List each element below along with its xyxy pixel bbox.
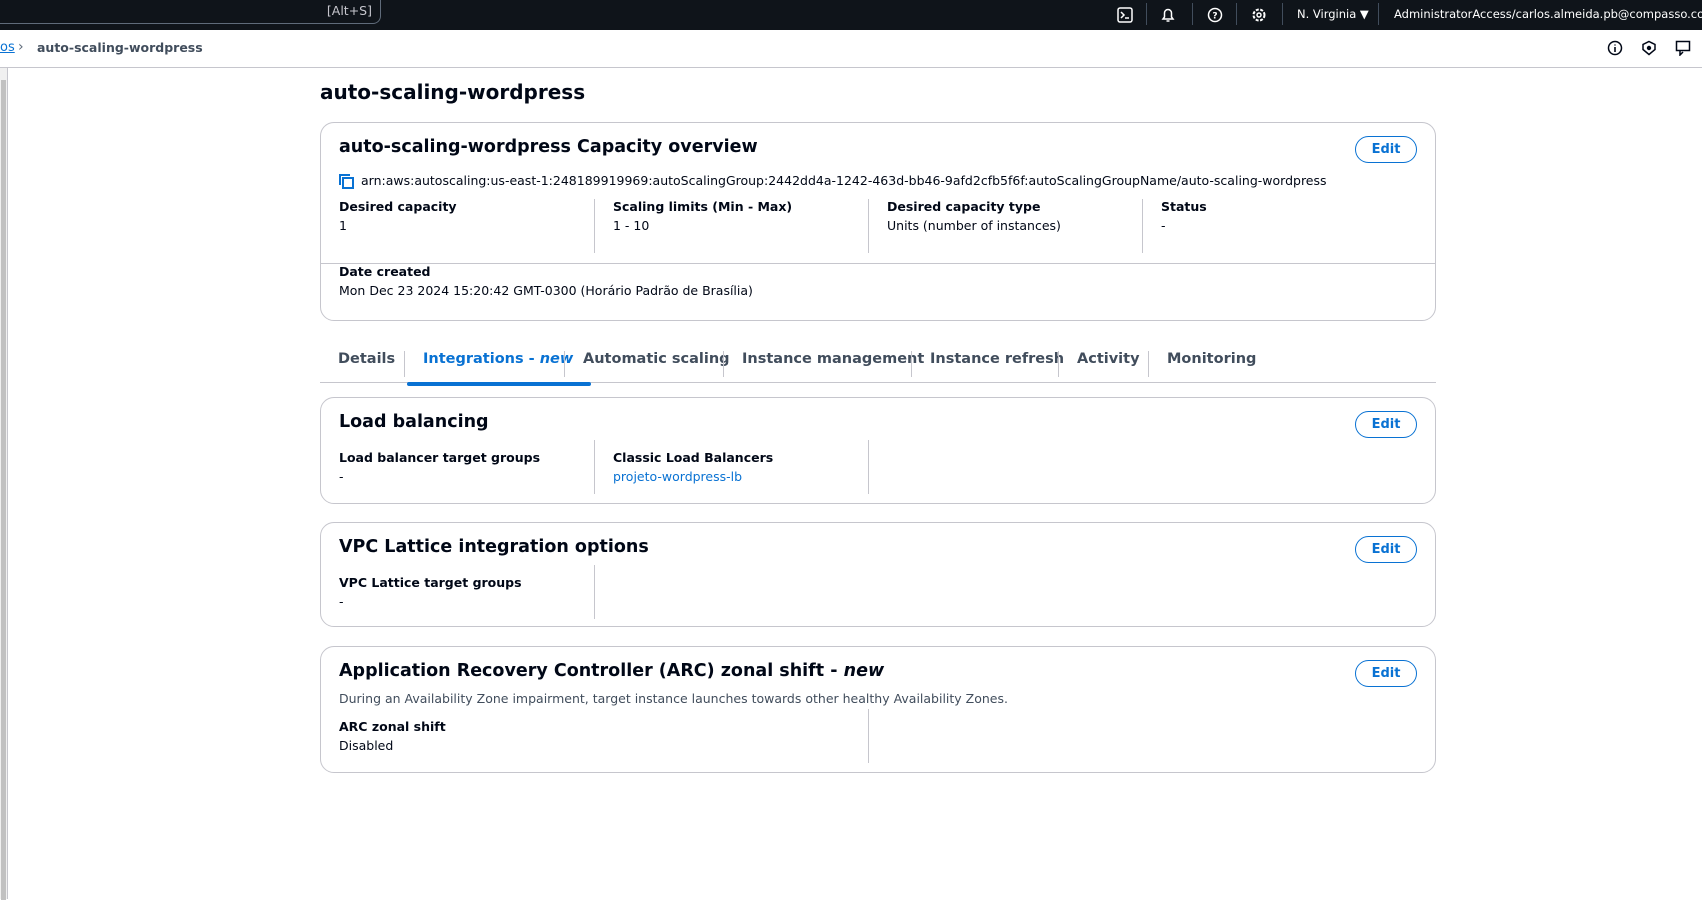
field-value: 1 (339, 218, 347, 233)
divider (1146, 3, 1147, 25)
tab-monitoring[interactable]: Monitoring (1148, 351, 1274, 377)
search-input[interactable]: [Alt+S] (0, 0, 381, 24)
field-value: - (339, 594, 344, 609)
edit-arc-button[interactable]: Edit (1355, 660, 1417, 687)
feedback-icon[interactable] (1674, 40, 1692, 58)
field-status: Status - (1143, 199, 1417, 253)
field-label: Classic Load Balancers (613, 450, 774, 465)
account-menu[interactable]: AdministratorAccess/carlos.almeida.pb@co… (1394, 7, 1702, 21)
tab-instance-refresh[interactable]: Instance refresh (911, 351, 1082, 377)
page-title: auto-scaling-wordpress (320, 80, 586, 104)
scrollbar[interactable] (0, 68, 8, 900)
field-label: Status (1161, 199, 1207, 214)
card-title: VPC Lattice integration options (339, 537, 649, 557)
capacity-overview-card: auto-scaling-wordpress Capacity overview… (320, 122, 1436, 321)
field-label: Load balancer target groups (339, 450, 541, 465)
edit-vpc-lattice-button[interactable]: Edit (1355, 536, 1417, 563)
svg-text:?: ? (1212, 12, 1217, 22)
card-title: Load balancing (339, 412, 489, 432)
bell-icon[interactable] (1157, 4, 1179, 26)
card-description: During an Availability Zone impairment, … (339, 691, 1008, 706)
tab-activity[interactable]: Activity (1058, 351, 1158, 377)
field-value: Units (number of instances) (887, 218, 1061, 233)
field-desired-capacity: Desired capacity 1 (321, 199, 595, 253)
load-balancing-card: Load balancing Edit Load balancer target… (320, 397, 1436, 504)
scrollbar-thumb[interactable] (1, 80, 6, 900)
field-scaling-limits: Scaling limits (Min - Max) 1 - 10 (595, 199, 869, 253)
tab-bar: Details Integrations - new Automatic sca… (320, 345, 1436, 386)
field-label: Date created (339, 264, 431, 279)
arn-row: arn:aws:autoscaling:us-east-1:2481899199… (339, 173, 1327, 189)
breadcrumb-current: auto-scaling-wordpress (37, 40, 203, 55)
security-icon[interactable] (1640, 40, 1658, 58)
card-title: auto-scaling-wordpress Capacity overview (339, 137, 758, 157)
tab-automatic-scaling[interactable]: Automatic scaling (564, 351, 748, 377)
breadcrumb: os › auto-scaling-wordpress (0, 30, 1702, 68)
chevron-right-icon: › (18, 39, 24, 55)
field-label: VPC Lattice target groups (339, 575, 522, 590)
field-label: Desired capacity type (887, 199, 1041, 214)
help-icon[interactable]: ? (1204, 4, 1226, 26)
edit-capacity-button[interactable]: Edit (1355, 136, 1417, 163)
tab-details[interactable]: Details (320, 351, 413, 377)
search-shortcut: [Alt+S] (326, 3, 372, 18)
edit-load-balancing-button[interactable]: Edit (1355, 411, 1417, 438)
field-classic-load-balancers: Classic Load Balancers projeto-wordpress-… (595, 440, 869, 494)
field-value: Mon Dec 23 2024 15:20:42 GMT-0300 (Horár… (339, 283, 753, 298)
arc-zonal-shift-card: Application Recovery Controller (ARC) zo… (320, 646, 1436, 773)
top-navigation: [Alt+S] ? N. Virginia ▼ AdministratorAcc… (0, 0, 1702, 30)
load-balancer-link[interactable]: projeto-wordpress-lb (613, 469, 868, 484)
field-arc-zonal-shift: ARC zonal shift Disabled (321, 709, 869, 763)
field-value: - (339, 469, 344, 484)
field-value: - (1161, 218, 1166, 233)
breadcrumb-parent-link[interactable]: os (0, 40, 15, 55)
region-selector[interactable]: N. Virginia ▼ (1297, 7, 1369, 21)
vpc-lattice-card: VPC Lattice integration options Edit VPC… (320, 522, 1436, 627)
field-label: Scaling limits (Min - Max) (613, 199, 793, 214)
cloudshell-icon[interactable] (1114, 4, 1136, 26)
info-icon[interactable] (1606, 40, 1624, 58)
divider (1236, 3, 1237, 25)
arn-text: arn:aws:autoscaling:us-east-1:2481899199… (361, 173, 1327, 188)
gear-icon[interactable] (1248, 4, 1270, 26)
divider (1378, 3, 1379, 25)
field-value: Disabled (339, 738, 394, 753)
field-target-groups: Load balancer target groups - (321, 440, 595, 494)
field-capacity-type: Desired capacity type Units (number of in… (869, 199, 1143, 253)
field-value: 1 - 10 (613, 218, 650, 233)
tab-instance-management[interactable]: Instance management (723, 351, 942, 377)
field-label: Desired capacity (339, 199, 457, 214)
divider (1192, 3, 1193, 25)
copy-icon[interactable] (339, 173, 354, 189)
card-title: Application Recovery Controller (ARC) zo… (339, 661, 885, 681)
divider (1282, 3, 1283, 25)
field-date-created: Date created Mon Dec 23 2024 15:20:42 GMT… (321, 264, 1021, 298)
field-vpc-target-groups: VPC Lattice target groups - (321, 565, 595, 619)
field-label: ARC zonal shift (339, 719, 446, 734)
